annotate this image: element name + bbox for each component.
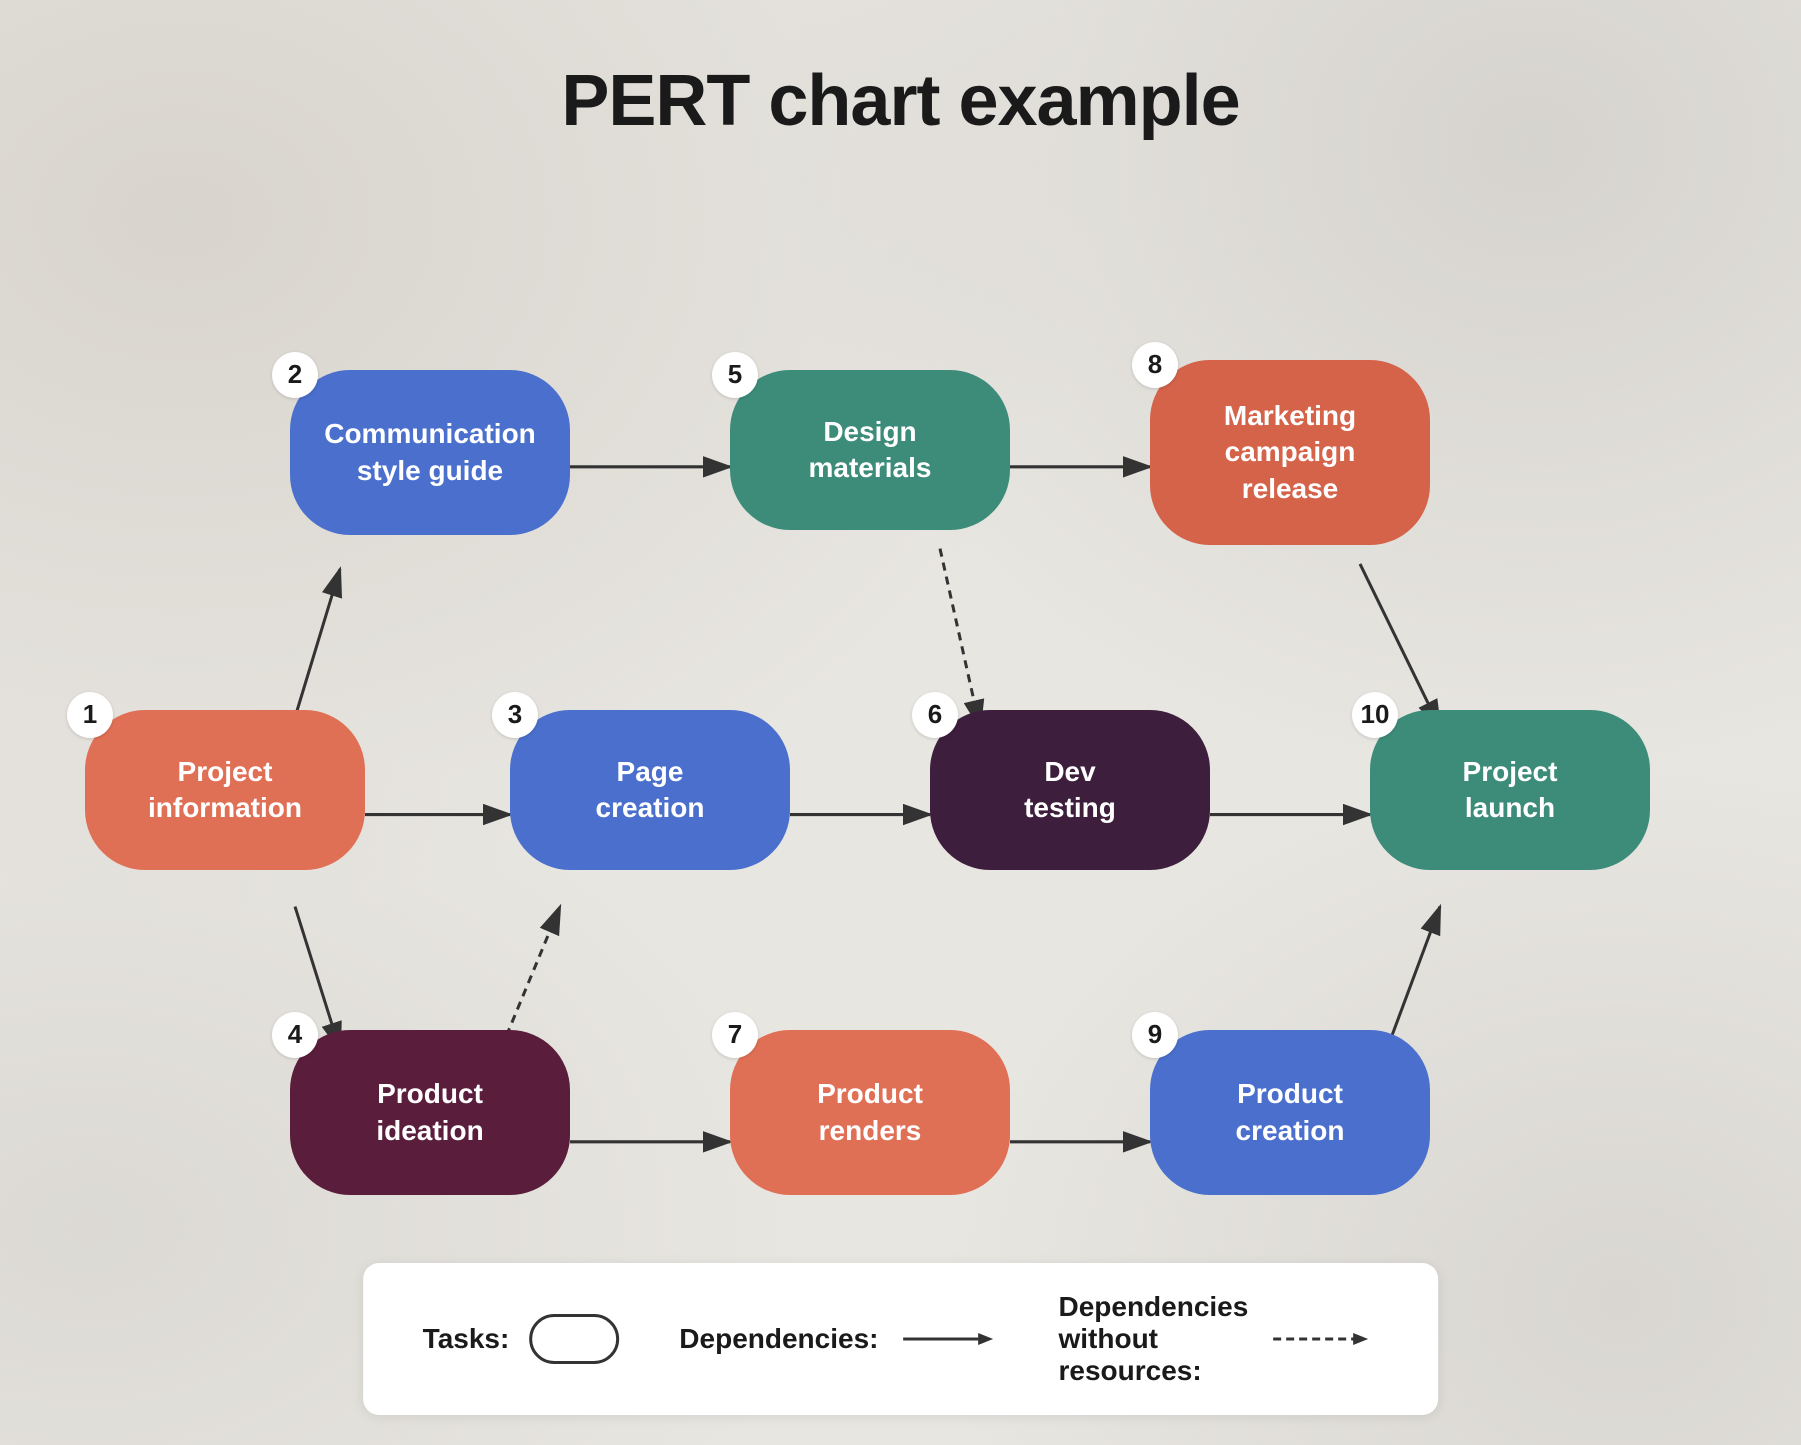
node-4: 4 Productideation bbox=[290, 1030, 570, 1195]
legend-tasks: Tasks: bbox=[423, 1314, 620, 1364]
node-1-badge: 1 bbox=[67, 692, 113, 738]
node-10-badge: 10 bbox=[1352, 692, 1398, 738]
node-3: 3 Pagecreation bbox=[510, 710, 790, 870]
page-title: PERT chart example bbox=[0, 0, 1801, 142]
legend: Tasks: Dependencies: Dependencies withou… bbox=[363, 1263, 1439, 1415]
node-1: 1 Projectinformation bbox=[85, 710, 365, 870]
node-5: 5 Designmaterials bbox=[730, 370, 1010, 530]
node-7-badge: 7 bbox=[712, 1012, 758, 1058]
node-3-badge: 3 bbox=[492, 692, 538, 738]
chart-area: 1 Projectinformation 2 Communicationstyl… bbox=[0, 160, 1801, 1285]
node-8: 8 Marketingcampaignrelease bbox=[1150, 360, 1430, 545]
node-9: 9 Productcreation bbox=[1150, 1030, 1430, 1195]
node-9-badge: 9 bbox=[1132, 1012, 1178, 1058]
legend-dependencies-no-resources: Dependencies without resources: bbox=[1058, 1291, 1378, 1387]
legend-oval-icon bbox=[529, 1314, 619, 1364]
node-10: 10 Projectlaunch bbox=[1370, 710, 1650, 870]
node-2: 2 Communicationstyle guide bbox=[290, 370, 570, 535]
legend-dashed-arrow-icon bbox=[1268, 1324, 1378, 1354]
legend-no-resources-label: Dependencies without resources: bbox=[1058, 1291, 1248, 1387]
node-2-badge: 2 bbox=[272, 352, 318, 398]
node-5-badge: 5 bbox=[712, 352, 758, 398]
node-6: 6 Devtesting bbox=[930, 710, 1210, 870]
legend-dependencies: Dependencies: bbox=[679, 1323, 998, 1355]
legend-dependencies-label: Dependencies: bbox=[679, 1323, 878, 1355]
legend-arrow-icon bbox=[898, 1324, 998, 1354]
node-4-badge: 4 bbox=[272, 1012, 318, 1058]
node-8-badge: 8 bbox=[1132, 342, 1178, 388]
node-6-badge: 6 bbox=[912, 692, 958, 738]
legend-tasks-label: Tasks: bbox=[423, 1323, 510, 1355]
node-7: 7 Productrenders bbox=[730, 1030, 1010, 1195]
